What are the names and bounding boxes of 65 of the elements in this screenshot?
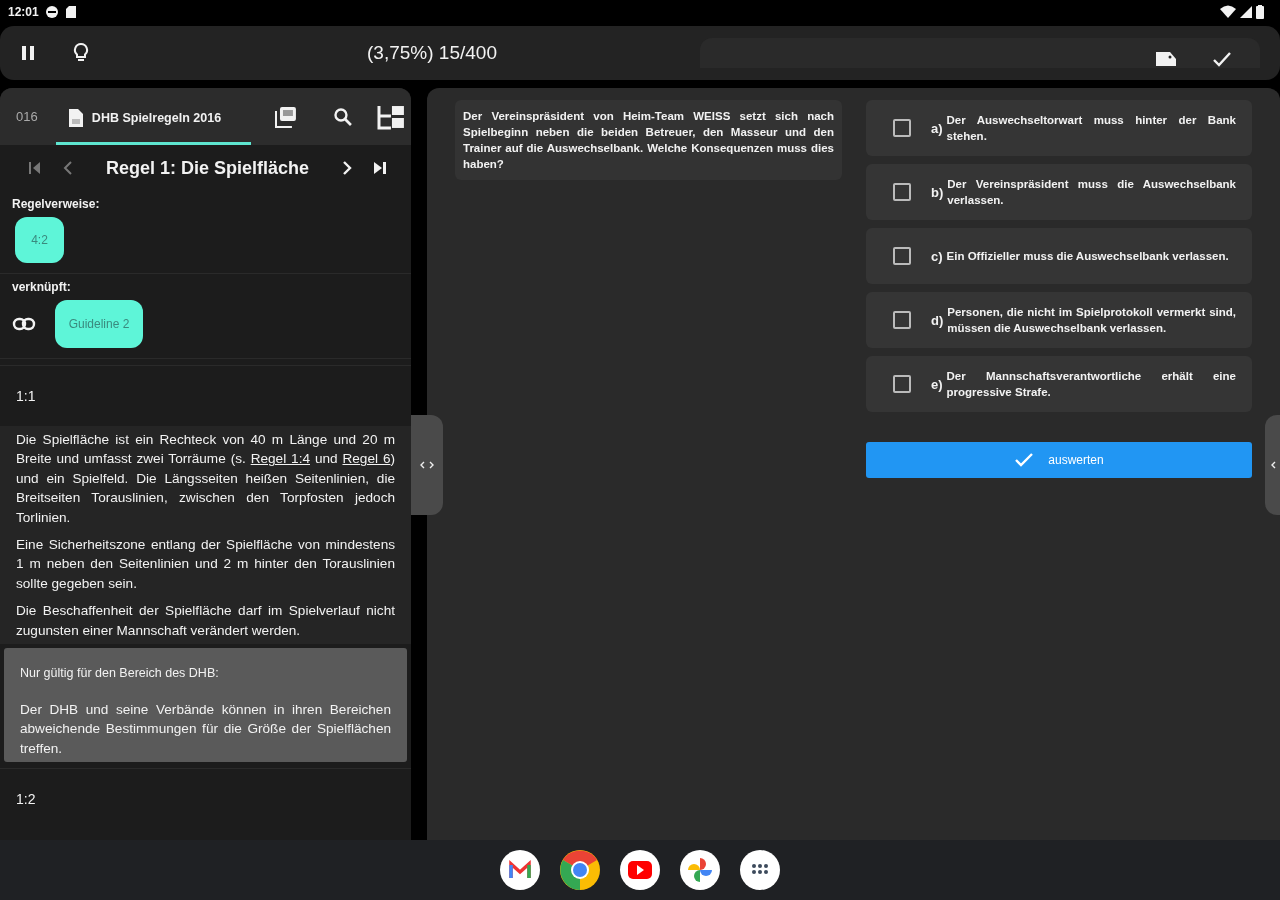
checkbox[interactable] — [893, 119, 911, 137]
pause-icon[interactable] — [20, 45, 36, 61]
rule-paragraph: Die Beschaffenheit der Spielfläche darf im Spielverlauf nicht zugunsten einer Mannschaft verändert werden. — [16, 602, 395, 640]
document-icon — [67, 108, 84, 128]
check-icon — [1014, 452, 1035, 468]
answer-text: Der Mannschaftsverantwortliche erhält eine progressive Strafe. — [946, 369, 1236, 400]
answer-text: Der Vereinspräsident muss die Auswechselbank verlassen. — [947, 177, 1236, 208]
answer-text: Der Auswechseltorwart muss hinter der Bank stehen. — [946, 113, 1236, 144]
chevrons-icon — [420, 461, 434, 469]
question-card: Der Vereinspräsident von Heim-Team WEISS setzt sich nach Spielbeginn neben die beiden Betreuer, den Masseur und den Trainer auf die Auswechselbank. Welche Konsequenzen muss dies haben? — [455, 100, 842, 180]
rule-title: Regel 1: Die Spielfläche — [104, 157, 311, 179]
answer-letter: d) — [931, 312, 944, 328]
section-number: 1:1 — [16, 388, 36, 404]
document-tab[interactable]: DHB Spielregeln 2016 — [55, 94, 252, 145]
answer-option[interactable]: d) Personen, die nicht im Spielprotokoll vermerkt sind, müssen die Auswechselbank verlassen. — [866, 292, 1252, 348]
linked-label: verknüpft: — [12, 280, 72, 294]
answer-letter: c) — [931, 248, 943, 264]
status-time: 12:01 — [8, 5, 39, 19]
image-stack-icon[interactable] — [275, 105, 298, 128]
answer-letter: e) — [931, 376, 943, 392]
app-grid-icon[interactable] — [740, 850, 780, 890]
answer-letter: b) — [931, 184, 944, 200]
browser-icon[interactable] — [560, 850, 600, 890]
rule-paragraph: Eine Sicherheitszone entlang der Spielfläche von mindestens 1 m neben den Seitenlinien und 2 m hinter den Torauslinien sollte gegeben sein. — [16, 536, 395, 593]
checkbox[interactable] — [893, 375, 911, 393]
previous-icon[interactable] — [62, 161, 74, 175]
answer-option[interactable]: b) Der Vereinspräsident muss die Auswechselbank verlassen. — [866, 164, 1252, 220]
checkbox[interactable] — [893, 247, 911, 265]
checkbox[interactable] — [893, 183, 911, 201]
first-page-icon[interactable] — [28, 161, 42, 175]
answer-option[interactable]: a) Der Auswechseltorwart muss hinter der Bank stehen. — [866, 100, 1252, 156]
panel-handle[interactable] — [411, 415, 443, 515]
rule-number: 016 — [16, 109, 39, 124]
status-circle-icon — [44, 5, 59, 19]
answer-text: Ein Offizieller muss die Auswechselbank verlassen. — [946, 249, 1229, 264]
note-text: Der DHB und seine Verbände können in ihren Bereichen abweichende Bestimmungen für die Größe der Spielflächen treffen. — [20, 701, 391, 758]
answer-option[interactable]: c) Ein Offizieller muss die Auswechselbank verlassen. — [866, 228, 1252, 284]
label-icon[interactable] — [1154, 50, 1178, 68]
wifi-icon — [1220, 5, 1236, 19]
lightbulb-icon[interactable] — [72, 42, 90, 64]
check-icon[interactable] — [1212, 51, 1232, 67]
panel-handle[interactable] — [1265, 415, 1280, 515]
section-number: 1:2 — [16, 791, 36, 808]
rule-link[interactable]: Regel 6 — [342, 451, 391, 467]
sd-card-icon — [64, 5, 77, 19]
note-title: Nur gültig für den Bereich des DHB: — [20, 666, 220, 681]
link-icon — [12, 317, 36, 331]
references-label: Regelverweise: — [12, 197, 101, 211]
checkbox[interactable] — [893, 311, 911, 329]
chevron-icon — [1269, 461, 1276, 469]
search-icon[interactable] — [333, 106, 354, 127]
rule-paragraph: Die Spielfläche ist ein Rechteck von 40 m Länge und 20 m Breite und umfasst zwei Torräume (s. Regel 1:4 und Regel 6) und ein Spielfeld. Die Längsseiten heißen Seitenlinien, die Breitseiten Torauslinien, zwischen den Torpfosten jedoch Torlinien. — [16, 431, 395, 527]
last-page-icon[interactable] — [373, 161, 387, 175]
rule-link[interactable]: Regel 1:4 — [250, 451, 310, 467]
pinwheel-icon[interactable] — [680, 850, 720, 890]
battery-icon — [1256, 5, 1264, 19]
play-icon[interactable] — [620, 850, 660, 890]
progress-title: (3,75%) 15/400 — [366, 42, 498, 64]
signal-icon — [1240, 6, 1252, 18]
split-layout-icon[interactable] — [377, 103, 405, 130]
next-icon[interactable] — [341, 161, 353, 175]
answer-text: Personen, die nicht im Spielprotokoll vermerkt sind, müssen die Auswechselbank verlassen. — [947, 305, 1236, 336]
answer-letter: a) — [931, 120, 943, 136]
answer-option[interactable]: e) Der Mannschaftsverantwortliche erhält eine progressive Strafe. — [866, 356, 1252, 412]
mail-icon[interactable] — [500, 850, 540, 890]
